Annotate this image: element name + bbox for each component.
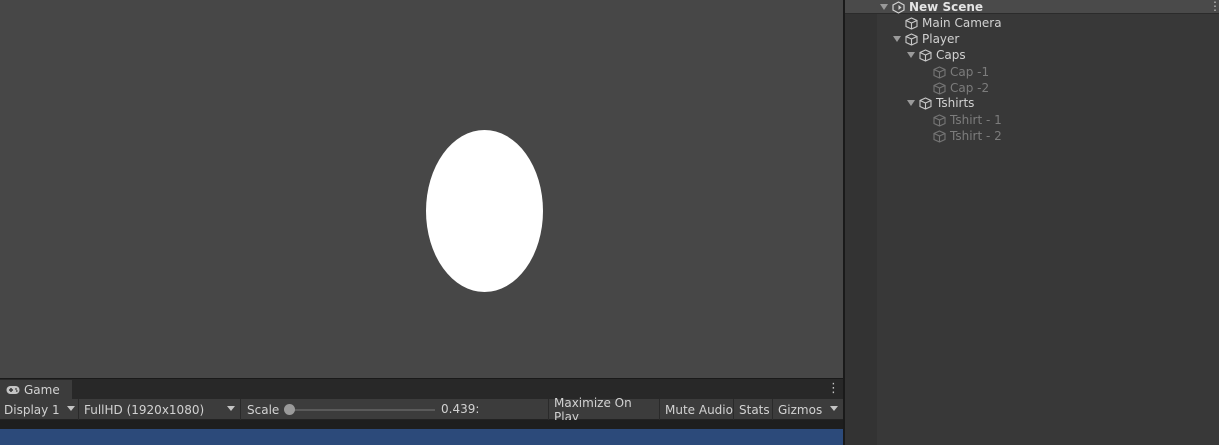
gamepad-icon [6,386,20,394]
hierarchy-item-label: Main Camera [922,16,1002,30]
hierarchy-panel: New Scene ⋮ Main Camera Player Caps Cap … [845,0,1219,445]
mute-audio-toggle[interactable]: Mute Audio [661,399,734,420]
hierarchy-item-label: Tshirt - 1 [950,113,1002,127]
display-dropdown-label: Display 1 [4,402,60,417]
game-view-render [0,429,843,445]
maximize-on-play-toggle[interactable]: Maximize On Play [550,396,660,424]
hierarchy-item[interactable]: Cap -1 [933,64,989,80]
hierarchy-item[interactable]: Main Camera [905,15,1002,31]
hierarchy-item[interactable]: Tshirt - 2 [933,128,1002,144]
dropdown-arrow-icon [67,406,75,411]
gameobject-cube-icon [933,81,946,95]
scene-view[interactable] [0,0,843,378]
hierarchy-item-label: Caps [936,48,966,62]
resolution-dropdown[interactable]: FullHD (1920x1080) [80,399,241,420]
gameobject-cube-icon [919,48,932,62]
game-view[interactable] [0,420,843,445]
gameobject-cube-icon [919,96,932,110]
dropdown-arrow-icon [830,406,838,411]
gameobject-cube-icon [905,32,918,46]
hierarchy-item-label: Player [922,32,960,46]
hierarchy-item[interactable]: Cap -2 [933,80,989,96]
scene-row[interactable]: New Scene [880,0,983,15]
kebab-menu-icon[interactable]: ⋮ [827,382,840,396]
game-tab-bar: Game ⋮ [0,378,843,400]
gameobject-cube-icon [933,113,946,127]
hierarchy-item[interactable]: Tshirt - 1 [933,112,1002,128]
mute-audio-label: Mute Audio [665,402,733,417]
hierarchy-gutter [845,0,877,445]
stats-label: Stats [739,402,770,417]
dropdown-arrow-icon [227,406,235,411]
gizmos-dropdown[interactable] [826,399,843,420]
hierarchy-item[interactable]: Player [893,31,959,47]
hierarchy-item-label: Cap -2 [950,81,990,95]
gameobject-cube-icon [933,65,946,79]
game-toolbar: Display 1 FullHD (1920x1080) Scale 0.439… [0,396,843,424]
hierarchy-item-label: Tshirt - 2 [950,129,1002,143]
scale-label: Scale [247,402,280,417]
scale-slider-thumb[interactable] [284,404,295,415]
fold-arrow-icon[interactable] [907,52,915,58]
hierarchy-item-label: Tshirts [936,96,975,110]
gizmos-label: Gizmos [778,402,823,417]
stats-toggle[interactable]: Stats [735,399,773,420]
fold-arrow-icon[interactable] [880,4,888,10]
scale-value: 0.439: [441,402,480,416]
tab-game-label: Game [24,383,60,397]
white-ellipse-sprite[interactable] [426,130,543,292]
gameobject-cube-icon [905,16,918,30]
scene-name: New Scene [909,0,984,14]
hierarchy-item[interactable]: Tshirts [907,95,974,111]
hierarchy-item-label: Cap -1 [950,65,990,79]
resolution-dropdown-label: FullHD (1920x1080) [84,402,205,417]
gameobject-cube-icon [933,129,946,143]
hierarchy-item[interactable]: Caps [907,47,966,63]
unity-scene-icon [892,0,905,14]
display-dropdown[interactable]: Display 1 [0,399,79,420]
fold-arrow-icon[interactable] [893,36,901,42]
gizmos-toggle[interactable]: Gizmos [774,399,826,420]
kebab-menu-icon[interactable]: ⋮ [1209,0,1219,14]
scale-slider-track[interactable] [290,409,435,411]
tab-game[interactable]: Game [0,380,72,400]
scale-control: Scale 0.439: [242,399,549,420]
fold-arrow-icon[interactable] [907,100,915,106]
